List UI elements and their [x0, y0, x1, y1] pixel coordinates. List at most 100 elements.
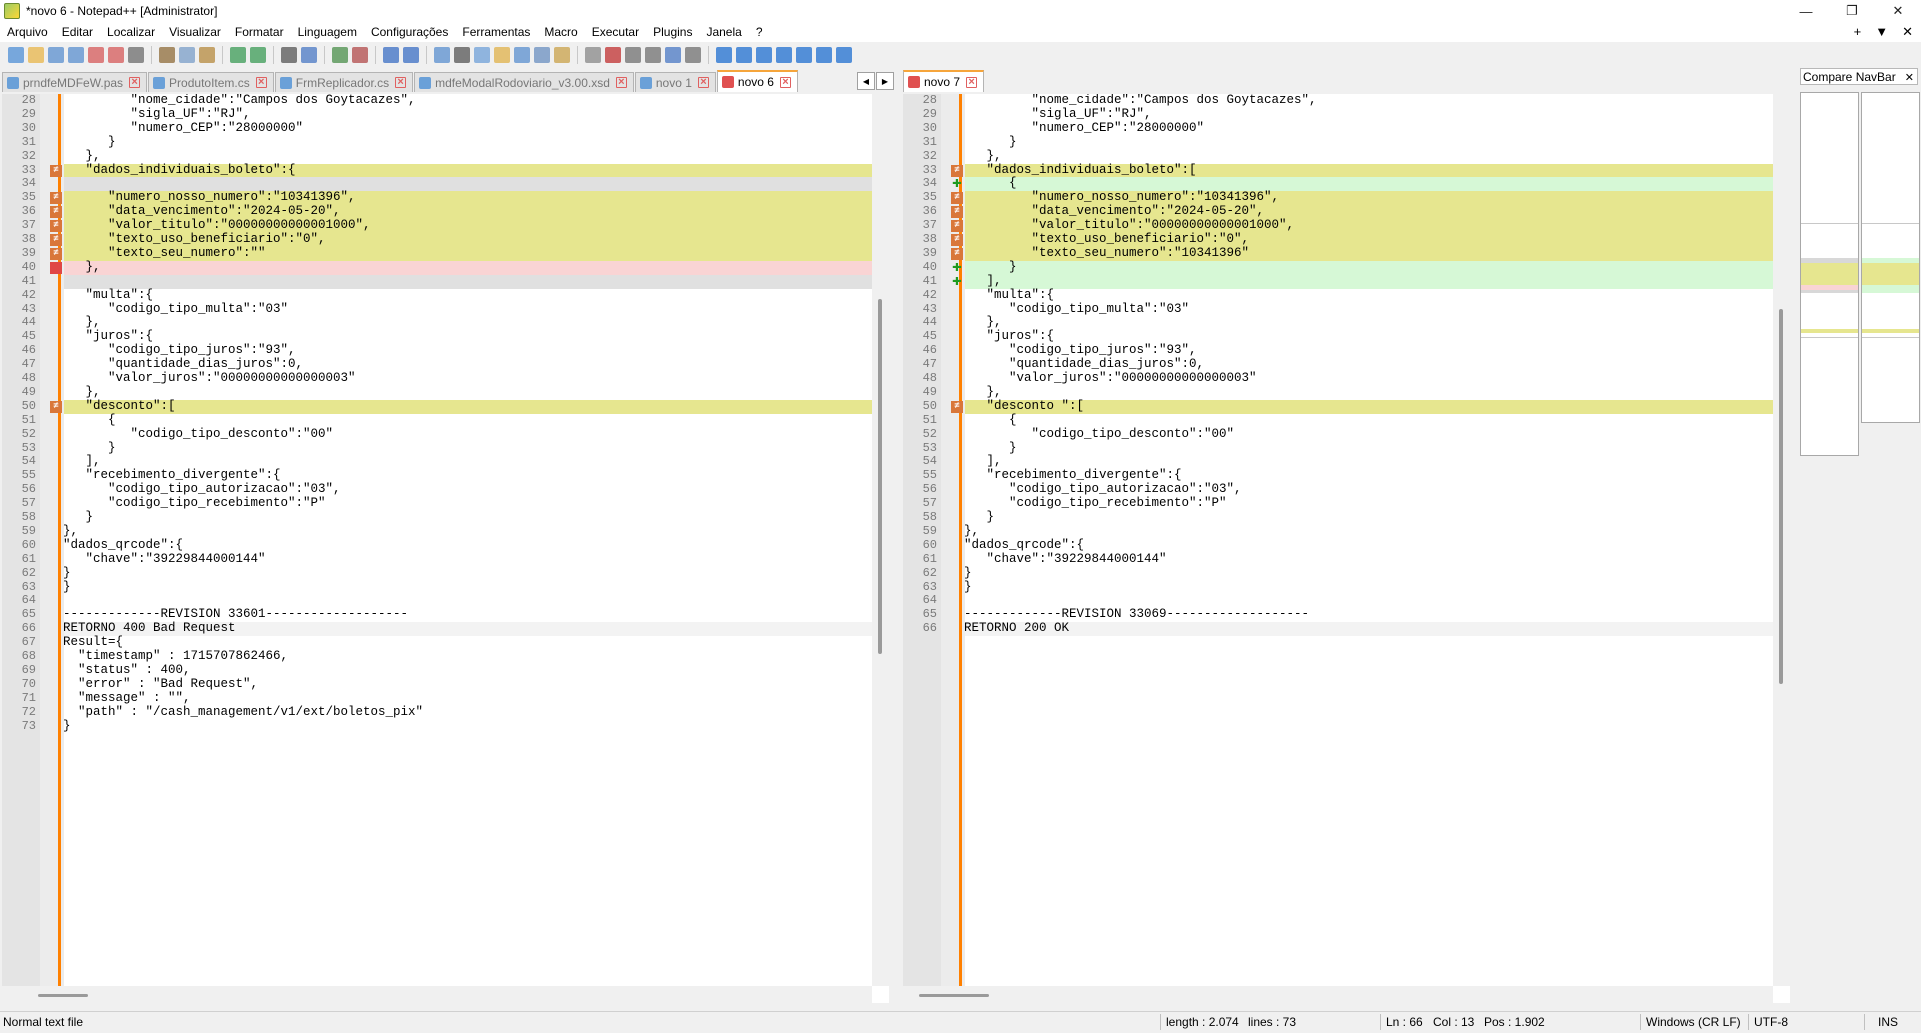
code-line[interactable]: 46 "codigo_tipo_juros":"93", [2, 343, 889, 358]
code-line[interactable]: 38 ≠ "texto_uso_beneficiario":"0", [903, 232, 1790, 247]
code-line[interactable]: 57 "codigo_tipo_recebimento":"P" [903, 496, 1790, 511]
code-line[interactable]: 37 ≠ "valor_titulo":"00000000000001000", [903, 218, 1790, 233]
code-line[interactable]: 66 RETORNO 400 Bad Request [2, 621, 889, 637]
menu-arquivo[interactable]: Arquivo [0, 22, 55, 42]
open-icon[interactable] [28, 47, 44, 63]
code-line[interactable]: 36 ≠ "data_vencimento":"2024-05-20", [903, 204, 1790, 220]
udl-icon[interactable] [494, 47, 510, 63]
compare-next-icon[interactable] [796, 47, 812, 63]
code-line[interactable]: 28 "nome_cidade":"Campos dos Goytacazes"… [903, 94, 1790, 108]
code-line[interactable]: 50 ≠ "desconto":[ [2, 399, 889, 414]
tab-scroll-right-button[interactable]: ▶ [876, 72, 894, 90]
horizontal-scroll-thumb-left[interactable] [38, 994, 88, 997]
tab-close-icon[interactable]: × [697, 77, 709, 88]
code-line[interactable]: 41 ✚ ], [903, 273, 1790, 289]
horizontal-scrollbar-right[interactable] [903, 986, 1773, 1003]
editor-pane-left[interactable]: 28 "nome_cidade":"Campos dos Goytacazes"… [2, 94, 889, 1003]
close-doc-button[interactable]: ✕ [1902, 22, 1913, 42]
code-line[interactable]: 49 }, [2, 385, 889, 400]
code-line[interactable]: 32 }, [2, 149, 889, 164]
navbar-right-map[interactable] [1861, 92, 1920, 423]
code-line[interactable]: 37 ≠ "valor_titulo":"00000000000001000", [2, 218, 889, 233]
code-line[interactable]: 54 ], [903, 454, 1790, 469]
code-line[interactable]: 40 ✚ } [903, 259, 1790, 275]
code-line[interactable]: 42 "multa":{ [903, 288, 1790, 303]
code-line[interactable]: 73} [2, 719, 889, 734]
code-line[interactable]: 45 "juros":{ [2, 329, 889, 344]
stop-macro-icon[interactable] [625, 47, 641, 63]
compare-clear-icon[interactable] [736, 47, 752, 63]
code-line[interactable]: 55 "recebimento_divergente":{ [2, 468, 889, 483]
code-line[interactable]: 47 "quantidade_dias_juros":0, [903, 357, 1790, 372]
pane-splitter[interactable] [891, 94, 901, 1003]
code-line[interactable]: 53 } [903, 441, 1790, 456]
status-encoding[interactable]: UTF-8 [1754, 1015, 1788, 1029]
maximize-button[interactable]: ❐ [1829, 0, 1875, 22]
sync-horizontal-icon[interactable] [403, 47, 419, 63]
code-line[interactable]: 43 "codigo_tipo_multa":"03" [2, 302, 889, 317]
code-line[interactable]: 46 "codigo_tipo_juros":"93", [903, 343, 1790, 358]
run-macro-multiple-icon[interactable] [665, 47, 681, 63]
code-line[interactable]: 56 "codigo_tipo_autorizacao":"03", [903, 482, 1790, 497]
code-line[interactable]: 30 "numero_CEP":"28000000" [903, 121, 1790, 136]
code-line[interactable]: 72 "path" : "/cash_management/v1/ext/bol… [2, 705, 889, 720]
status-eol[interactable]: Windows (CR LF) [1646, 1015, 1741, 1029]
code-line[interactable]: 43 "codigo_tipo_multa":"03" [903, 302, 1790, 317]
code-line[interactable]: 38 ≠ "texto_uso_beneficiario":"0", [2, 232, 889, 247]
code-line[interactable]: 59}, [903, 524, 1790, 539]
compare-prev-icon[interactable] [776, 47, 792, 63]
close-icon[interactable] [88, 47, 104, 63]
code-line[interactable]: 51 { [2, 413, 889, 428]
close-window-button[interactable]: ✕ [1875, 0, 1921, 22]
close-all-icon[interactable] [108, 47, 124, 63]
editor-pane-right[interactable]: 28 "nome_cidade":"Campos dos Goytacazes"… [903, 94, 1790, 1003]
redo-icon[interactable] [250, 47, 266, 63]
horizontal-scroll-thumb-right[interactable] [919, 994, 989, 997]
code-line[interactable]: 50 ≠ "desconto ":[ [903, 399, 1790, 414]
tab-mdfemodalrodoviario-v3-00-xsd[interactable]: mdfeModalRodoviario_v3.00.xsd × [414, 72, 634, 92]
indent-guide-icon[interactable] [474, 47, 490, 63]
vertical-scrollbar-left[interactable] [872, 94, 889, 986]
code-line[interactable]: 67 Result={ [2, 635, 889, 650]
code-line[interactable]: 62} [2, 566, 889, 581]
vertical-scrollbar-right[interactable] [1773, 94, 1790, 986]
code-line[interactable]: 68 "timestamp" : 1715707862466, [2, 649, 889, 664]
code-line[interactable]: 56 "codigo_tipo_autorizacao":"03", [2, 482, 889, 497]
code-line[interactable]: 61 "chave":"39229844000144" [903, 552, 1790, 567]
undo-icon[interactable] [230, 47, 246, 63]
code-line[interactable]: 31 } [2, 135, 889, 150]
menu-linguagem[interactable]: Linguagem [291, 22, 364, 42]
code-line[interactable]: 54 ], [2, 454, 889, 469]
monitoring-icon[interactable] [585, 47, 601, 63]
code-line[interactable]: 42 "multa":{ [2, 288, 889, 303]
code-line[interactable]: 29 "sigla_UF":"RJ", [903, 107, 1790, 122]
tab-list-button[interactable]: ▼ [1875, 22, 1888, 42]
word-wrap-icon[interactable] [434, 47, 450, 63]
menu-help[interactable]: ? [749, 22, 770, 42]
code-line[interactable]: 28 "nome_cidade":"Campos dos Goytacazes"… [2, 94, 889, 108]
menu-plugins[interactable]: Plugins [646, 22, 699, 42]
code-line[interactable]: 32 }, [903, 149, 1790, 164]
menu-editar[interactable]: Editar [55, 22, 100, 42]
tab-produtoitem-cs[interactable]: ProdutoItem.cs × [148, 72, 274, 92]
minimize-button[interactable]: — [1783, 0, 1829, 22]
code-line[interactable]: 58 } [2, 510, 889, 525]
horizontal-scrollbar-left[interactable] [2, 986, 872, 1003]
tab-close-icon[interactable]: × [966, 76, 978, 88]
doc-map-icon[interactable] [514, 47, 530, 63]
code-line[interactable]: 59}, [2, 524, 889, 539]
code-line[interactable]: 48 "valor_juros":"00000000000000003" [903, 371, 1790, 386]
code-line[interactable]: 40 }, [2, 260, 889, 275]
find-icon[interactable] [281, 47, 297, 63]
code-line[interactable]: 60 "dados_qrcode":{ [2, 538, 889, 553]
status-insert-mode[interactable]: INS [1878, 1015, 1898, 1029]
code-line[interactable]: 48 "valor_juros":"00000000000000003" [2, 371, 889, 386]
code-line[interactable]: 70 "error" : "Bad Request", [2, 677, 889, 692]
menu-formatar[interactable]: Formatar [228, 22, 291, 42]
tab-close-icon[interactable]: × [255, 77, 267, 88]
menu-macro[interactable]: Macro [537, 22, 584, 42]
print-icon[interactable] [128, 47, 144, 63]
menu-visualizar[interactable]: Visualizar [162, 22, 228, 42]
code-line[interactable]: 39 ≠ "texto_seu_numero":"10341396" [903, 246, 1790, 261]
save-all-icon[interactable] [68, 47, 84, 63]
